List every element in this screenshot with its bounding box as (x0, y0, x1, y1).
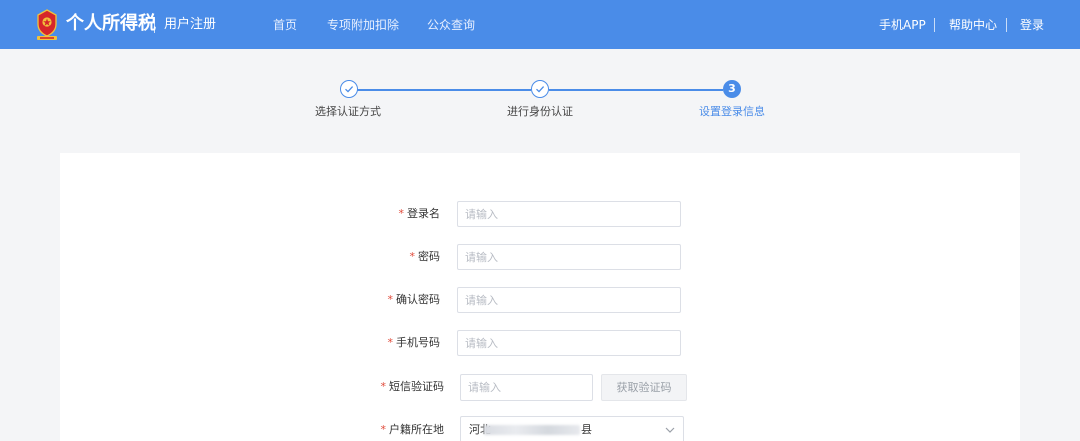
get-sms-code-button[interactable]: 获取验证码 (601, 374, 687, 401)
required-mark: * (398, 207, 405, 220)
password-label-text: 密码 (418, 250, 440, 263)
required-mark: * (387, 336, 394, 349)
username-label-wrap: * 登录名 (300, 207, 441, 221)
tax-emblem-icon (37, 9, 57, 40)
brand-title: 个人所得税 (66, 13, 156, 34)
required-mark: * (387, 293, 394, 306)
check-icon (536, 86, 545, 93)
help-center-link[interactable]: 帮助中心 (949, 17, 997, 33)
confirm-password-input[interactable] (457, 287, 681, 313)
sms-code-label-wrap: * 短信验证码 (300, 380, 445, 394)
residence-select[interactable]: 河北 县 (460, 416, 684, 441)
username-label: * 登录名 (399, 207, 441, 221)
residence-value-suffix: 县 (581, 423, 592, 436)
step-connector (549, 89, 723, 91)
confirm-password-label: * 确认密码 (388, 293, 441, 307)
chevron-down-icon (665, 427, 675, 433)
sms-code-label: * 短信验证码 (381, 380, 445, 394)
password-input[interactable] (457, 244, 681, 270)
residence-label-wrap: * 户籍所在地 (300, 423, 445, 437)
top-header: 个人所得税 用户注册 首页 专项附加扣除 公众查询 手机APP 帮助中心 登录 (0, 0, 1080, 49)
required-mark: * (409, 250, 416, 263)
login-link[interactable]: 登录 (1020, 17, 1044, 33)
nav-special-deduction[interactable]: 专项附加扣除 (327, 17, 399, 33)
password-label-wrap: * 密码 (300, 250, 441, 264)
step-label-login-info: 设置登录信息 (699, 105, 765, 118)
step-connector (357, 89, 531, 91)
username-input[interactable] (457, 201, 681, 227)
page-subtitle: 用户注册 (164, 17, 217, 32)
required-mark: * (380, 423, 387, 436)
nav-public-query[interactable]: 公众查询 (427, 17, 475, 33)
brand-divider (154, 17, 155, 33)
step-label-auth-method: 选择认证方式 (315, 105, 381, 118)
step-label-identity-verify: 进行身份认证 (507, 105, 573, 118)
phone-label-wrap: * 手机号码 (300, 336, 441, 350)
phone-label: * 手机号码 (388, 336, 441, 350)
nav-home[interactable]: 首页 (273, 17, 297, 33)
sms-code-label-text: 短信验证码 (389, 380, 444, 393)
step-2-done-indicator (531, 80, 549, 98)
redacted-address (484, 425, 580, 435)
step-1-done-indicator (340, 80, 358, 98)
phone-label-text: 手机号码 (396, 336, 440, 349)
residence-label: * 户籍所在地 (381, 423, 445, 437)
phone-input[interactable] (457, 330, 681, 356)
mobile-app-link[interactable]: 手机APP (879, 17, 926, 33)
username-label-text: 登录名 (407, 207, 440, 220)
residence-label-text: 户籍所在地 (389, 423, 444, 436)
confirm-password-label-wrap: * 确认密码 (300, 293, 441, 307)
header-divider (1006, 18, 1007, 32)
required-mark: * (380, 380, 387, 393)
header-divider (934, 18, 935, 32)
confirm-password-label-text: 确认密码 (396, 293, 440, 306)
password-label: * 密码 (410, 250, 441, 264)
step-3-current-indicator: 3 (723, 80, 741, 98)
check-icon (345, 86, 354, 93)
sms-code-input[interactable] (460, 374, 593, 401)
